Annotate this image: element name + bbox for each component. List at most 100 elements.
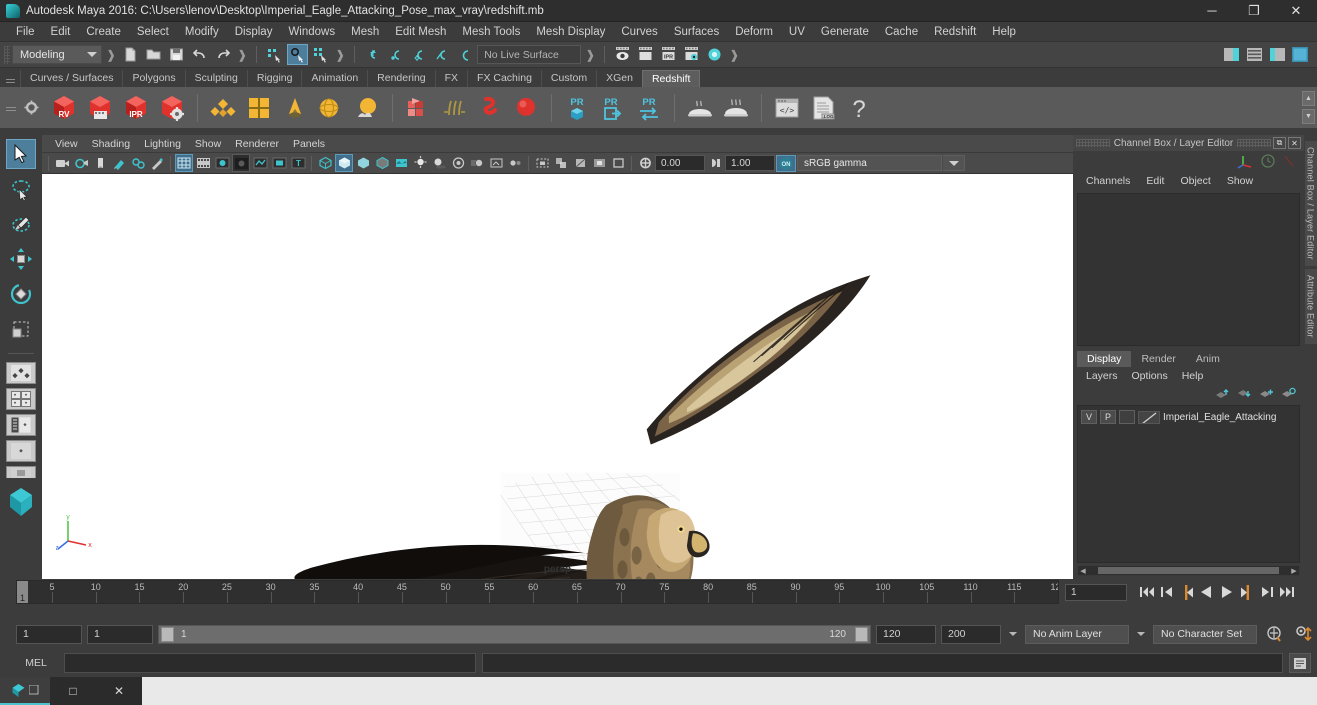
gamma-value-field[interactable]: 1.00 (725, 155, 775, 171)
viewport-menu-view[interactable]: View (48, 135, 85, 153)
snap-curve-icon[interactable] (385, 44, 406, 65)
viewport-menu-renderer[interactable]: Renderer (228, 135, 286, 153)
layer-color-swatch[interactable] (1138, 410, 1160, 424)
layer-editor-tab-anim[interactable]: Anim (1186, 351, 1230, 367)
exposure-value-field[interactable]: 0.00 (655, 155, 705, 171)
anim-layer-select[interactable]: No Anim Layer (1025, 624, 1129, 644)
divider-chevron-icon[interactable]: ❱ (585, 48, 595, 62)
smooth-shade-icon[interactable] (335, 154, 353, 172)
layer-shading-toggle[interactable] (1119, 410, 1135, 424)
divider-chevron-icon[interactable]: ❱ (237, 48, 247, 62)
channel-box-menu-channels[interactable]: Channels (1079, 172, 1137, 190)
shelf-scroll-up-button[interactable]: ▲ (1302, 91, 1315, 106)
scroll-left-icon[interactable]: ◀ (1078, 567, 1088, 575)
menu-help[interactable]: Help (984, 23, 1024, 41)
single-perspective-layout-icon[interactable] (6, 362, 36, 384)
xray-active-component-icon[interactable] (590, 154, 608, 172)
xray-joints-icon[interactable] (571, 154, 589, 172)
layer-editor-menu-help[interactable]: Help (1175, 370, 1211, 382)
redshift-bake-set-icon[interactable] (719, 91, 753, 125)
select-by-component-icon[interactable] (310, 44, 331, 65)
shelf-tab-custom[interactable]: Custom (540, 70, 597, 87)
go-to-end-icon[interactable] (1277, 582, 1296, 602)
select-by-hierarchy-icon[interactable] (264, 44, 285, 65)
layer-editor-menu-options[interactable]: Options (1125, 370, 1175, 382)
side-tab-channel-box-layer-editor[interactable]: Channel Box / Layer Editor (1304, 141, 1317, 266)
ipr-render-icon[interactable]: IPR (658, 44, 679, 65)
lights-toggle-icon[interactable] (411, 154, 429, 172)
step-back-frame-icon[interactable] (1177, 582, 1196, 602)
redshift-light-cone-icon[interactable] (278, 91, 312, 125)
menu-select[interactable]: Select (129, 23, 177, 41)
snap-grid-icon[interactable] (362, 44, 383, 65)
menu-mesh-display[interactable]: Mesh Display (528, 23, 613, 41)
snap-projected-icon[interactable] (431, 44, 452, 65)
color-management-chevron-down-icon[interactable] (943, 155, 965, 171)
layer-move-up-icon[interactable] (1215, 387, 1230, 400)
menu-create[interactable]: Create (78, 23, 129, 41)
viewport-menu-shading[interactable]: Shading (85, 135, 138, 153)
redshift-ipr-icon[interactable]: IPR (119, 91, 153, 125)
maya-taskbar-icon[interactable] (0, 677, 50, 705)
grid-toggle-icon[interactable] (175, 154, 193, 172)
menu-generate[interactable]: Generate (813, 23, 877, 41)
lasso-select-tool-icon[interactable] (6, 174, 36, 204)
safe-title-icon[interactable]: T (289, 154, 307, 172)
shadows-toggle-icon[interactable] (430, 154, 448, 172)
menu-file[interactable]: File (8, 23, 43, 41)
render-globals-icon[interactable] (704, 44, 725, 65)
menu-mesh[interactable]: Mesh (343, 23, 387, 41)
gate-mask-icon[interactable] (232, 154, 250, 172)
taskbar-restore-button[interactable]: □ (50, 677, 96, 705)
workspace-layout-icon[interactable] (1290, 44, 1311, 65)
new-layer-from-selected-icon[interactable] (1281, 387, 1296, 400)
view-fit-icon[interactable] (609, 154, 627, 172)
layer-editor-tab-render[interactable]: Render (1131, 351, 1185, 367)
step-forward-frame-icon[interactable] (1237, 582, 1256, 602)
grease-pencil-draw-icon[interactable] (148, 154, 166, 172)
shelf-tab-fx-caching[interactable]: FX Caching (467, 70, 541, 87)
hypershade-layout-icon[interactable] (6, 466, 36, 478)
menu-redshift[interactable]: Redshift (926, 23, 984, 41)
xray-toggle-icon[interactable] (552, 154, 570, 172)
redshift-log-icon[interactable]: .LOG (806, 91, 840, 125)
redshift-render-view-icon[interactable]: RV (47, 91, 81, 125)
taskbar-close-button[interactable]: ✕ (96, 677, 142, 705)
shaded-wireframe-icon[interactable] (373, 154, 391, 172)
depth-of-field-icon[interactable] (506, 154, 524, 172)
paint-select-tool-icon[interactable] (6, 209, 36, 239)
shelf-tab-rigging[interactable]: Rigging (246, 70, 302, 87)
save-scene-icon[interactable] (166, 44, 187, 65)
scale-tool-icon[interactable] (6, 314, 36, 344)
flat-shade-icon[interactable] (354, 154, 372, 172)
panel-drag-grip[interactable] (1076, 139, 1110, 147)
minimize-button[interactable]: ─ (1191, 0, 1233, 21)
animation-preferences-icon[interactable] (1291, 625, 1317, 643)
current-frame-field[interactable]: 1 (1065, 583, 1127, 601)
divider-chevron-icon[interactable]: ❱ (729, 48, 739, 62)
layer-move-down-icon[interactable] (1237, 387, 1252, 400)
redo-icon[interactable] (212, 44, 233, 65)
character-set-select[interactable]: No Character Set (1153, 624, 1257, 644)
scrollbar-thumb[interactable] (1098, 567, 1279, 574)
shelf-options-gear-icon[interactable] (20, 97, 42, 119)
gamma-icon[interactable] (706, 154, 724, 172)
new-scene-icon[interactable] (120, 44, 141, 65)
range-slider-right-handle[interactable] (855, 626, 868, 642)
command-language-label[interactable]: MEL (14, 657, 58, 669)
redshift-dome-light-icon[interactable] (314, 91, 348, 125)
sidebar-toggle-channelbox-icon[interactable] (1221, 44, 1242, 65)
auto-keyframe-icon[interactable] (1262, 625, 1286, 643)
shelf-tab-redshift[interactable]: Redshift (641, 70, 701, 87)
range-slider[interactable]: 1 120 (158, 624, 871, 644)
shelf-tab-xgen[interactable]: XGen (596, 70, 642, 87)
status-line-grip[interactable] (4, 45, 10, 64)
side-tab-attribute-editor[interactable]: Attribute Editor (1304, 268, 1317, 344)
screen-space-ao-icon[interactable] (449, 154, 467, 172)
panel-drag-grip-right[interactable] (1237, 139, 1271, 147)
menuset-selector[interactable]: Modeling (12, 45, 102, 64)
range-slider-left-handle[interactable] (161, 626, 174, 642)
layer-visibility-toggle[interactable]: V (1081, 410, 1097, 424)
sidebar-toggle-tool-settings-icon[interactable] (1267, 44, 1288, 65)
camera-attributes-icon[interactable] (53, 154, 71, 172)
